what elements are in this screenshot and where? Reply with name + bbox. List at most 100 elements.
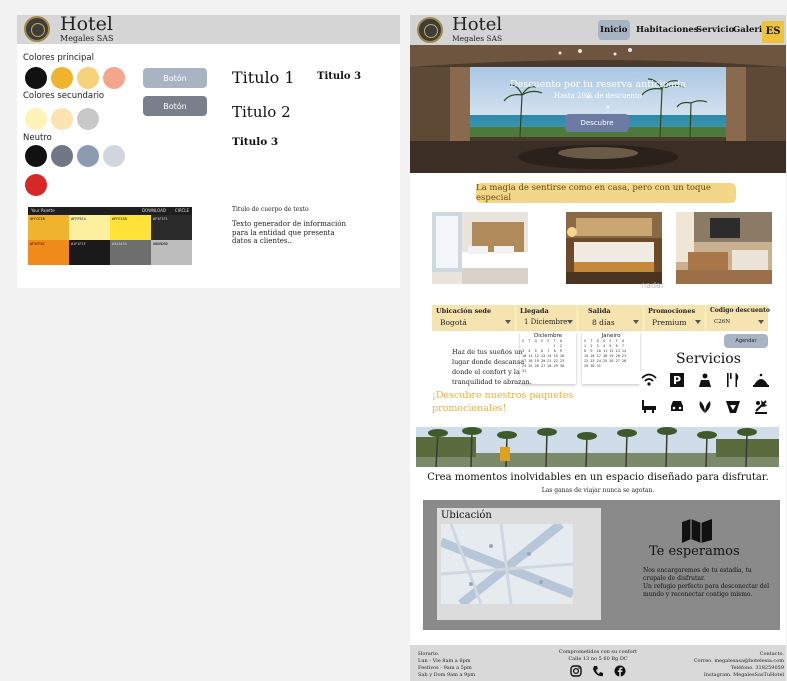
palette-color-cell[interactable]: #1F1F1F bbox=[69, 240, 110, 265]
chevron-down-icon bbox=[505, 320, 511, 324]
palm-trees-image bbox=[416, 427, 779, 467]
location-section: Ubicación Te esperamos Nos encargaremos … bbox=[423, 500, 780, 630]
room-image-3[interactable] bbox=[676, 212, 772, 284]
svg-text:P: P bbox=[673, 374, 681, 387]
location-label: Ubicación sede bbox=[436, 307, 492, 315]
palette-color-cell[interactable]: #BDBDBD bbox=[151, 240, 192, 265]
promo-link[interactable]: ¡Descubre nuestros paquetes promocionale… bbox=[432, 389, 582, 415]
bath-icon[interactable] bbox=[640, 397, 658, 415]
footer-phone[interactable]: Teléfono. 318259059 bbox=[731, 665, 784, 672]
instagram-icon[interactable] bbox=[570, 665, 582, 677]
departure-select[interactable]: Salida 8 días bbox=[584, 305, 644, 331]
room-service-icon[interactable] bbox=[752, 371, 770, 389]
location-select[interactable]: Ubicación sede Bogotá bbox=[432, 305, 516, 331]
hero-image bbox=[410, 45, 786, 173]
neutral-colors-label: Neutro bbox=[23, 133, 52, 143]
promotions-select[interactable]: Promociones Premium bbox=[644, 305, 706, 331]
palette-color-cell[interactable]: #FFCE1B bbox=[28, 215, 69, 240]
slogan-subtext: Las ganas de viajar nunca se agotan. bbox=[541, 487, 655, 494]
schedule-button[interactable]: Agendar bbox=[724, 334, 768, 348]
beach-icon[interactable] bbox=[752, 397, 770, 415]
sample-button-dark[interactable]: Botón bbox=[143, 96, 207, 116]
neutral-color-swatch bbox=[103, 145, 125, 167]
hero-subtitle: Hasta 20% de descuento bbox=[553, 92, 643, 100]
car-icon[interactable] bbox=[668, 397, 686, 415]
garden-icon[interactable] bbox=[696, 397, 714, 415]
hotel-logo-icon[interactable] bbox=[417, 17, 443, 43]
laundry-icon[interactable] bbox=[724, 397, 742, 415]
primary-color-swatch bbox=[25, 67, 47, 89]
palette-color-cell[interactable]: #FFF5C4 bbox=[69, 215, 110, 240]
download-action[interactable]: DOWNLOAD bbox=[142, 207, 166, 215]
heading-1-sample: Titulo 1 bbox=[232, 68, 295, 87]
room-image-1[interactable] bbox=[432, 212, 528, 284]
secondary-color-swatch bbox=[25, 108, 47, 130]
neutral-color-swatch bbox=[25, 145, 47, 167]
accent-color-swatch bbox=[25, 174, 47, 196]
neutral-color-swatch bbox=[77, 145, 99, 167]
facebook-icon[interactable] bbox=[614, 665, 626, 677]
tagline-banner: La magia de sentirse como en casa, pero … bbox=[476, 183, 736, 203]
calendar-month-label: Janeiro bbox=[601, 333, 621, 339]
style-guide-header: Hotel Megales SAS bbox=[17, 13, 400, 44]
palette-color-cell[interactable]: #F3F1F1 bbox=[151, 215, 192, 240]
footer-hours-3: Sab y Dom 9am a 9pm bbox=[418, 672, 476, 678]
brand-title: Hotel bbox=[60, 13, 113, 35]
landing-page: Hotel Megales SAS Inicio Habitaciones Se… bbox=[410, 15, 786, 681]
hotel-logo-icon bbox=[24, 16, 50, 42]
social-icons bbox=[570, 665, 626, 679]
calendar-days[interactable]: S T Q S S T Q 1 2 3 4 5 6 7 8 9 10 11 12… bbox=[582, 339, 640, 369]
map-icon bbox=[682, 519, 712, 543]
restaurant-icon[interactable] bbox=[724, 371, 742, 389]
primary-colors-label: Colores principal bbox=[23, 53, 95, 63]
footer-contact-title: Contacto. bbox=[759, 651, 784, 657]
circle-action[interactable]: CIRCLE bbox=[175, 207, 189, 215]
parking-icon[interactable]: P bbox=[668, 371, 686, 389]
palette-table-header: Your Palette DOWNLOAD CIRCLE bbox=[28, 207, 192, 215]
discover-button[interactable]: Descubre bbox=[565, 114, 629, 132]
neutral-color-swatch bbox=[51, 145, 73, 167]
style-guide-panel: Hotel Megales SAS Colores principal Colo… bbox=[17, 13, 400, 288]
slogan-text: Crea momentos inolvidables en un espacio… bbox=[427, 472, 769, 483]
nav-item-inicio[interactable]: Inicio bbox=[600, 25, 627, 35]
brand-subtitle: Megales SAS bbox=[60, 34, 114, 43]
room-image-2[interactable] bbox=[566, 212, 662, 284]
primary-color-swatch bbox=[51, 67, 73, 89]
heading-3-sample: Titulo 3 bbox=[232, 136, 279, 148]
sample-button-light[interactable]: Botón bbox=[143, 68, 207, 88]
brand-subtitle: Megales SAS bbox=[452, 34, 503, 43]
chevron-down-icon bbox=[695, 320, 701, 324]
footer-email[interactable]: Correo. megalesasa@hotelesia.com bbox=[694, 658, 784, 665]
primary-color-swatch bbox=[77, 67, 99, 89]
body-title-sample: Titulo de cuerpo de texto bbox=[232, 206, 309, 213]
arrival-select[interactable]: Llegada 1 Diciembre bbox=[516, 305, 578, 331]
footer-instagram[interactable]: Instagram. MegalesSasTuHotel bbox=[704, 672, 784, 679]
image-watermark: nadar bbox=[641, 281, 665, 290]
phone-icon[interactable] bbox=[592, 665, 604, 677]
nav-item-habitaciones[interactable]: Habitaciones bbox=[636, 25, 699, 35]
location-map[interactable] bbox=[441, 524, 573, 604]
calendar-january[interactable]: Janeiro S T Q S S T Q 1 2 3 4 5 6 7 8 9 … bbox=[582, 332, 640, 384]
navbar: Hotel Megales SAS Inicio Habitaciones Se… bbox=[410, 15, 786, 45]
wifi-icon[interactable] bbox=[640, 371, 658, 389]
arrival-value: 1 Diciembre bbox=[524, 318, 568, 326]
chevron-down-icon bbox=[633, 320, 639, 324]
promotions-value: Premium bbox=[652, 318, 687, 327]
discount-code-input[interactable]: Codigo descuento C26N bbox=[706, 305, 770, 331]
palette-color-cell[interactable]: #F5FF6C bbox=[28, 240, 69, 265]
secondary-colors-label: Colores secundario bbox=[23, 91, 105, 101]
hero-title: Descuento por tu reserva anticipada bbox=[510, 79, 686, 90]
palette-table: Your Palette DOWNLOAD CIRCLE #FFCE1B #FFF… bbox=[28, 207, 192, 266]
palette-color-cell[interactable]: #343434 bbox=[110, 240, 151, 265]
nav-item-servicio[interactable]: Servicio bbox=[696, 25, 734, 35]
footer: Horario. Lun - Vie 8am a 6pm Festivos - … bbox=[410, 645, 786, 681]
palette-color-cell[interactable]: #FFE338 bbox=[110, 215, 151, 240]
language-selector[interactable]: ES bbox=[762, 21, 784, 43]
promotions-label: Promociones bbox=[648, 307, 696, 315]
footer-center-title: Comprometidos con su confort bbox=[558, 649, 638, 655]
palette-title: Your Palette bbox=[31, 208, 55, 213]
chevron-down-icon bbox=[567, 320, 573, 324]
welcome-heading: Te esperamos bbox=[649, 544, 740, 559]
spa-icon[interactable] bbox=[696, 371, 714, 389]
heading-3-sample-top: Titulo 3 bbox=[317, 71, 362, 82]
